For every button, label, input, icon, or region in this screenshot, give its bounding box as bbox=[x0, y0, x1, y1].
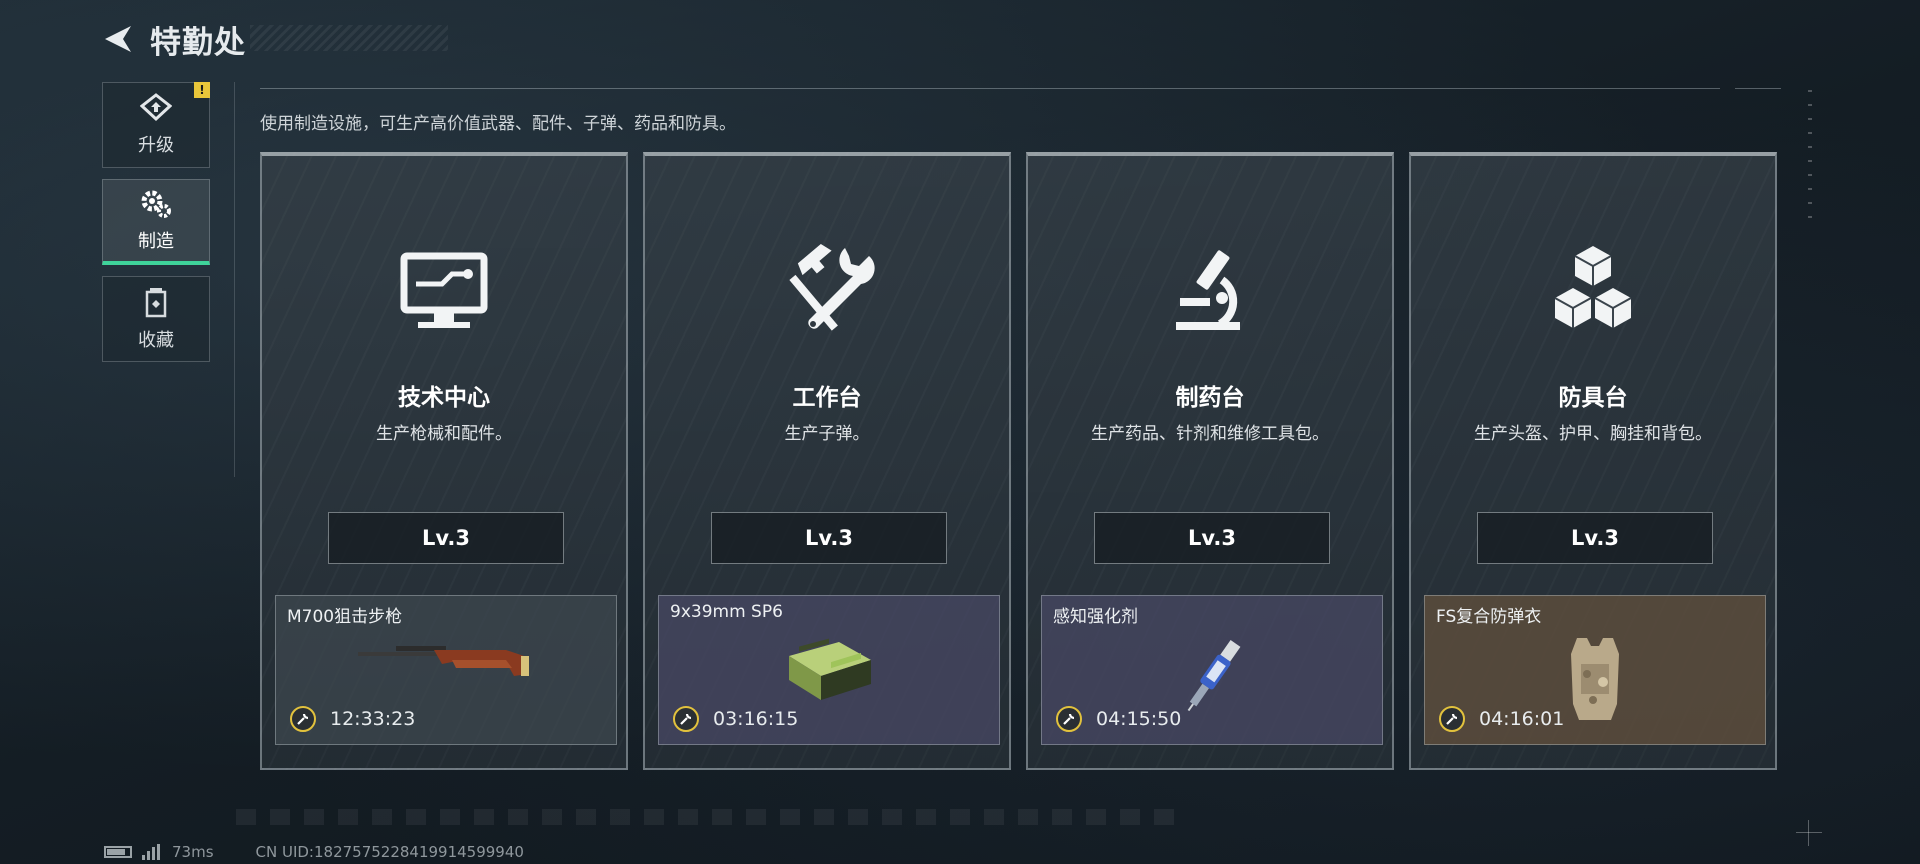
page-title: 特勤处 bbox=[150, 24, 246, 61]
divider bbox=[234, 82, 235, 477]
sidebar-item-label: 升级 bbox=[138, 135, 174, 156]
body-armor-image bbox=[1571, 638, 1619, 720]
wrench-timer-icon bbox=[673, 706, 699, 732]
facility-card-workbench[interactable]: 工作台 生产子弹。 Lv.3 9x39mm SP6 03:16:15 bbox=[643, 152, 1011, 770]
ping-value: 73ms bbox=[172, 843, 214, 861]
sidebar-item-craft[interactable]: 制造 bbox=[102, 179, 210, 265]
decoration bbox=[236, 809, 1176, 825]
card-title: 工作台 bbox=[792, 385, 862, 411]
computer-icon bbox=[400, 252, 488, 328]
crafting-item-slot[interactable]: FS复合防弹衣 04:16:01 bbox=[1424, 595, 1766, 745]
card-subtitle: 生产头盔、护甲、胸挂和背包。 bbox=[1474, 424, 1712, 444]
sidebar-item-collection[interactable]: 收藏 bbox=[102, 276, 210, 362]
injector-image bbox=[1187, 639, 1241, 712]
collection-icon bbox=[145, 288, 167, 318]
item-name: FS复合防弹衣 bbox=[1436, 607, 1542, 627]
item-name: 感知强化剂 bbox=[1053, 607, 1138, 627]
card-title: 制药台 bbox=[1175, 385, 1245, 411]
crafting-item-slot[interactable]: M700狙击步枪 12:33:23 bbox=[275, 595, 617, 745]
wrench-timer-icon bbox=[1056, 706, 1082, 732]
back-button[interactable] bbox=[98, 14, 138, 64]
hammer-wrench-icon bbox=[789, 244, 875, 331]
item-name: M700狙击步枪 bbox=[287, 607, 403, 627]
decoration bbox=[1808, 90, 1812, 230]
facility-card-armor[interactable]: 防具台 生产头盔、护甲、胸挂和背包。 Lv.3 FS复合防弹衣 04:16:01 bbox=[1409, 152, 1777, 770]
craft-timer: 12:33:23 bbox=[290, 706, 415, 732]
divider bbox=[260, 88, 1720, 89]
card-title: 技术中心 bbox=[398, 385, 490, 411]
timer-value: 04:16:01 bbox=[1479, 708, 1565, 730]
header: 特勤处 bbox=[98, 14, 246, 64]
timer-value: 12:33:23 bbox=[330, 708, 416, 730]
uid-text: CN UID:1827575228419914599940 bbox=[255, 843, 524, 861]
card-title: 防具台 bbox=[1558, 385, 1628, 411]
timer-value: 04:15:50 bbox=[1096, 708, 1182, 730]
ammo-box-image bbox=[789, 638, 871, 700]
divider bbox=[1735, 88, 1781, 89]
sidebar-item-label: 制造 bbox=[138, 230, 174, 252]
wrench-timer-icon bbox=[290, 706, 316, 732]
cubes-icon bbox=[1554, 246, 1632, 328]
sidebar-item-label: 收藏 bbox=[138, 330, 174, 351]
level-button[interactable]: Lv.3 bbox=[1094, 512, 1330, 564]
status-bar: 73ms CN UID:1827575228419914599940 bbox=[104, 843, 524, 861]
crafting-item-slot[interactable]: 9x39mm SP6 03:16:15 bbox=[658, 595, 1000, 745]
craft-timer: 03:16:15 bbox=[673, 706, 798, 732]
wrench-timer-icon bbox=[1439, 706, 1465, 732]
page-description: 使用制造设施，可生产高价值武器、配件、子弹、药品和防具。 bbox=[260, 114, 736, 134]
level-button[interactable]: Lv.3 bbox=[328, 512, 564, 564]
level-button[interactable]: Lv.3 bbox=[1477, 512, 1713, 564]
facility-card-pharmacy[interactable]: 制药台 生产药品、针剂和维修工具包。 Lv.3 感知强化剂 04:15:50 bbox=[1026, 152, 1394, 770]
sidebar: ! 升级 制造 收藏 bbox=[102, 82, 212, 373]
crafting-item-slot[interactable]: 感知强化剂 04:15:50 bbox=[1041, 595, 1383, 745]
microscope-icon bbox=[1176, 250, 1240, 330]
craft-timer: 04:15:50 bbox=[1056, 706, 1181, 732]
craft-timer: 04:16:01 bbox=[1439, 706, 1564, 732]
sidebar-item-upgrade[interactable]: ! 升级 bbox=[102, 82, 210, 168]
back-arrow-icon bbox=[105, 26, 131, 52]
crosshair-decoration bbox=[1796, 820, 1822, 846]
level-button[interactable]: Lv.3 bbox=[711, 512, 947, 564]
title-decoration bbox=[250, 25, 448, 51]
card-subtitle: 生产枪械和配件。 bbox=[376, 424, 512, 444]
facility-cards: 技术中心 生产枪械和配件。 Lv.3 M700狙击步枪 12:33:23 工作台… bbox=[260, 152, 1777, 770]
card-subtitle: 生产药品、针剂和维修工具包。 bbox=[1091, 424, 1329, 444]
timer-value: 03:16:15 bbox=[713, 708, 799, 730]
notification-badge: ! bbox=[194, 82, 210, 98]
battery-icon bbox=[104, 846, 132, 858]
item-name: 9x39mm SP6 bbox=[670, 602, 783, 622]
gears-icon bbox=[141, 190, 171, 218]
card-subtitle: 生产子弹。 bbox=[784, 424, 870, 444]
rifle-image bbox=[358, 646, 529, 676]
facility-card-tech-center[interactable]: 技术中心 生产枪械和配件。 Lv.3 M700狙击步枪 12:33:23 bbox=[260, 152, 628, 770]
signal-icon bbox=[142, 844, 160, 860]
upgrade-icon bbox=[140, 93, 172, 122]
